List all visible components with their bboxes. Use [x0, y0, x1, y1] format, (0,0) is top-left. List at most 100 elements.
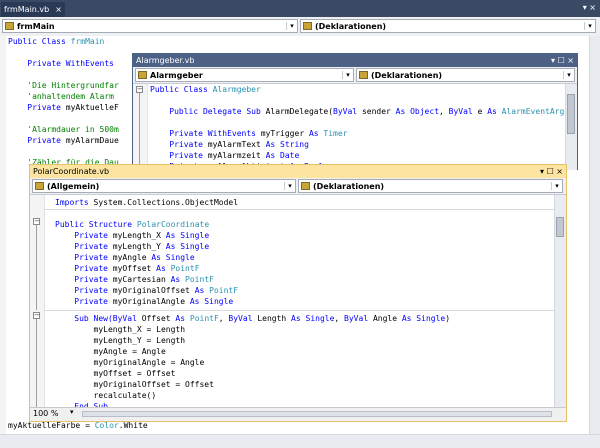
code-token: myLength_X	[112, 231, 166, 240]
code-token: recalculate()	[55, 391, 157, 400]
code-token: As Single	[401, 314, 446, 323]
window-titlebar[interactable]: Alarmgeber.vb ▾ ☐ ×	[133, 54, 577, 67]
zoom-level[interactable]: 100 %	[33, 409, 58, 418]
collapse-icon[interactable]: −	[33, 218, 40, 225]
member-dropdown-value: (Deklarationen)	[313, 181, 385, 191]
code-line: Private myOffset As PointF	[55, 263, 238, 274]
tab-frmmain[interactable]: frmMain.vb ×	[1, 2, 65, 17]
chevron-down-icon: ▾	[286, 22, 297, 30]
code-token: 'Die Hintergrundfar	[8, 81, 119, 90]
horizontal-scrollbar[interactable]	[0, 434, 600, 448]
code-token: 'Alarmdauer in 500m	[8, 125, 119, 134]
code-editor-polarcoordinate[interactable]: − − Imports System.Collections.ObjectMod…	[30, 195, 566, 408]
code-token: myAktuelleF	[65, 103, 119, 112]
code-token: Timer	[323, 129, 348, 138]
collapse-icon[interactable]: −	[136, 86, 143, 93]
method-separator	[44, 209, 555, 210]
alarmgeber-window: Alarmgeber.vb ▾ ☐ × Alarmgeber ▾ (Deklar…	[132, 53, 578, 170]
code-token: Private	[8, 103, 66, 112]
member-icon	[301, 182, 310, 190]
close-icon[interactable]: ×	[55, 2, 62, 17]
code-token: Private	[55, 242, 113, 251]
class-dropdown[interactable]: Alarmgeber ▾	[135, 68, 354, 82]
code-token: Color	[94, 421, 119, 430]
code-token: As	[170, 275, 186, 284]
scroll-thumb[interactable]	[567, 94, 575, 134]
window-title: PolarCoordinate.vb	[33, 167, 110, 176]
vertical-scrollbar[interactable]	[554, 195, 566, 408]
member-dropdown[interactable]: (Deklarationen) ▾	[298, 179, 563, 193]
code-token: Private	[55, 253, 113, 262]
code-editor-alarmgeber[interactable]: − Public Class Alarmgeber Public Delegat…	[133, 84, 577, 170]
code-token: ByVal	[112, 314, 142, 323]
code-token: As Object	[395, 107, 440, 116]
code-token: Private	[55, 231, 113, 240]
code-token: As	[156, 264, 171, 273]
class-dropdown[interactable]: frmMain ▾	[2, 19, 298, 33]
code-line: Private WithEvents	[8, 58, 119, 69]
code-line: Private myLength_X As Single	[55, 230, 238, 241]
code-line: Private myAktuelleF	[8, 102, 119, 113]
chevron-down-icon[interactable]: ▾	[70, 408, 74, 416]
outline-guide	[36, 319, 37, 408]
object-dropdown-value: (Allgemein)	[47, 181, 100, 191]
collapse-icon[interactable]: −	[33, 312, 40, 319]
code-token: PointF	[170, 264, 200, 273]
code-line: Public Structure PolarCoordinate	[55, 219, 238, 230]
code-token: Private	[55, 286, 113, 295]
outline-guide	[139, 93, 140, 170]
code-line: Private myCartesian As PointF	[55, 274, 238, 285]
method-separator	[44, 310, 555, 311]
code-token: )	[445, 314, 451, 323]
code-line: Private myLength_Y As Single	[55, 241, 238, 252]
code-token: AlarmEventArgs	[501, 107, 570, 116]
outline-margin	[0, 36, 6, 434]
code-line: Public Delegate Sub AlarmDelegate(ByVal …	[150, 106, 574, 117]
scroll-thumb[interactable]	[556, 217, 564, 237]
code-token: .White	[118, 421, 148, 430]
code-line: Private myAlarmText As String	[150, 139, 574, 150]
code-lines: Public Class frmMain Private WithEvents …	[8, 36, 119, 168]
vertical-scrollbar[interactable]	[565, 84, 577, 170]
code-token: myCartesian	[112, 275, 171, 284]
code-token: myOriginalOffset	[112, 286, 195, 295]
code-token: Public Class	[8, 37, 71, 46]
member-dropdown-value: (Deklarationen)	[315, 21, 387, 31]
code-line: myLength_X = Length	[55, 324, 450, 335]
code-token: myAlarmText	[207, 140, 266, 149]
main-navigation-bar: frmMain ▾ (Deklarationen) ▾	[0, 17, 600, 37]
code-token: ByVal	[228, 314, 258, 323]
window-buttons[interactable]: ▾ ☐ ×	[551, 54, 577, 67]
tabstrip-menu-icon[interactable]: ▾ ×	[583, 3, 596, 12]
code-line: myOffset = Offset	[55, 368, 450, 379]
code-token: myAlarmDaue	[65, 136, 119, 145]
code-token: Private	[150, 140, 208, 149]
vertical-scrollbar[interactable]	[589, 36, 600, 434]
chevron-down-icon: ▾	[551, 182, 562, 190]
horizontal-scrollbar[interactable]	[82, 411, 552, 417]
code-token: As Single	[189, 297, 234, 306]
object-dropdown[interactable]: (Allgemein) ▾	[32, 179, 296, 193]
code-token: ByVal	[333, 107, 362, 116]
code-token: AlarmDelegate(	[265, 107, 334, 116]
code-token: myOriginalOffset = Offset	[55, 380, 214, 389]
member-dropdown[interactable]: (Deklarationen) ▾	[356, 68, 575, 82]
code-line: Private myAlarmzeit As Date	[150, 150, 574, 161]
code-token: Length	[257, 314, 292, 323]
window-buttons[interactable]: ▾ ☐ ×	[540, 165, 566, 178]
editor-statusbar: 100 % ▾	[30, 407, 566, 421]
code-line: myOriginalOffset = Offset	[55, 379, 450, 390]
code-token: myAktuelleFarbe =	[8, 421, 95, 430]
window-titlebar[interactable]: PolarCoordinate.vb ▾ ☐ ×	[30, 165, 566, 178]
code-token: myOffset = Offset	[55, 369, 176, 378]
code-line: myLength_Y = Length	[55, 335, 450, 346]
outline-margin: −	[133, 84, 148, 170]
member-dropdown[interactable]: (Deklarationen) ▾	[300, 19, 596, 33]
chevron-down-icon: ▾	[584, 22, 595, 30]
code-line: Private myAlarmDaue	[8, 135, 119, 146]
code-token: ,	[334, 314, 345, 323]
code-token: Private WithEvents	[150, 129, 261, 138]
code-token: 'anhaltendem Alarm	[8, 92, 114, 101]
